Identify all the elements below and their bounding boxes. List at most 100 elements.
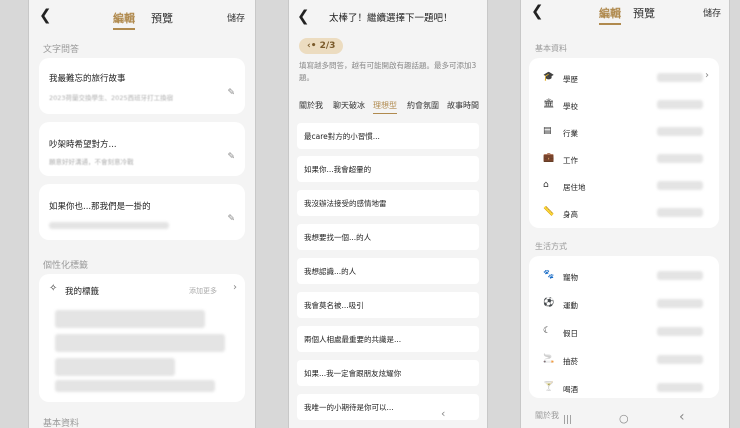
briefcase-icon: 💼 (543, 153, 555, 163)
progress-count: 2/3 (319, 41, 336, 51)
graduation-cap-icon: 🎓 (543, 72, 555, 82)
blurred-tag (55, 358, 175, 376)
info-row[interactable]: 💼 工作 (529, 145, 719, 172)
prompt-option[interactable]: 如果...我一定會跟朋友炫耀你 (297, 360, 479, 386)
drink-icon: 🍸 (543, 382, 555, 392)
blurred-tag (55, 334, 225, 352)
header: ❮ 編輯 預覽 儲存 (521, 0, 729, 25)
blurred-value (657, 127, 703, 136)
sparkle-icon: ✧ (49, 283, 58, 294)
info-row[interactable]: ☾ 假日 (529, 318, 719, 346)
prompt-option[interactable]: 兩個人相處最重要的共識是... (297, 326, 479, 352)
qa-question: 我最難忘的旅行故事 (49, 74, 126, 84)
blurred-value (657, 208, 703, 217)
page-title: 太棒了！繼續選擇下一題吧！ (329, 13, 453, 24)
save-button[interactable]: 儲存 (703, 6, 721, 19)
edit-pencil-icon[interactable]: ✎ (227, 214, 235, 224)
prompt-option[interactable]: 最care對方的小習慣... (297, 123, 479, 149)
info-row[interactable]: 📏 身高 (529, 199, 719, 226)
category-tab-icebreaker[interactable]: 聊天破冰 (333, 100, 365, 111)
back-icon[interactable]: ❮ (39, 7, 52, 23)
info-row[interactable]: 🍸 喝酒 (529, 374, 719, 402)
holiday-icon: ☾ (543, 326, 552, 336)
ruler-icon: 📏 (543, 207, 555, 217)
info-row[interactable]: ▤ 行業 (529, 118, 719, 145)
prompt-option[interactable]: 我沒辦法接受的感情地雷 (297, 190, 479, 216)
prompt-text: 我唯一的小期待是你可以... (304, 403, 394, 412)
home-icon: ⌂ (543, 180, 549, 190)
section-title-personal: 個性化標籤 (43, 261, 89, 271)
tags-title: 我的標籤 (65, 287, 100, 297)
chevron-right-icon[interactable]: › (705, 70, 709, 81)
qa-answer: 願意好好溝通，不會刻意冷戰 (49, 158, 134, 166)
chevron-right-icon[interactable]: › (233, 282, 237, 293)
tab-preview[interactable]: 預覽 (633, 5, 655, 21)
tab-edit[interactable]: 編輯 (113, 10, 135, 30)
row-label: 假日 (563, 329, 578, 338)
nav-back-icon[interactable]: ‹ (441, 407, 445, 420)
hint-text: 填寫越多問答，越有可能開啟有趣話題。最多可添加3題。 (299, 61, 477, 82)
category-tab-ideal-type[interactable]: 理想型 (373, 100, 397, 114)
qa-card-argument[interactable]: 吵架時希望對方... 願意好好溝通，不會刻意冷戰 ✎ (39, 122, 245, 176)
tags-card[interactable]: ✧ 我的標籤 添加更多 › (39, 274, 245, 402)
tab-edit[interactable]: 編輯 (599, 5, 621, 25)
save-button[interactable]: 儲存 (227, 11, 245, 24)
info-row[interactable]: ⌂ 居住地 (529, 172, 719, 199)
prompt-text: 我想要找一個...的人 (304, 233, 372, 242)
prompt-text: 如果你...我會超暈的 (304, 165, 372, 174)
edit-profile-screen: ❮ 編輯 預覽 儲存 文字問答 我最難忘的旅行故事 2023荷蘭交換學生、202… (28, 0, 256, 428)
section-title-about: 關於我 (535, 411, 559, 420)
prompt-text: 如果...我一定會跟朋友炫耀你 (304, 369, 402, 378)
blurred-value (657, 271, 703, 280)
basic-info-screen: ❮ 編輯 預覽 儲存 基本資料 🎓 學歷 › 🏛 學校 ▤ 行業 💼 工作 ⌂ 居住地 📏 身高 生活方… (520, 0, 730, 428)
back-icon[interactable]: ❮ (531, 3, 544, 19)
info-row[interactable]: 🏛 學校 (529, 91, 719, 118)
row-label: 居住地 (563, 183, 586, 192)
prompt-text: 我沒辦法接受的感情地雷 (304, 199, 387, 208)
row-label: 寵物 (563, 273, 578, 282)
lifestyle-card: 🐾 寵物 ⚽ 運動 ☾ 假日 🚬 抽菸 🍸 喝酒 (529, 256, 719, 398)
info-row[interactable]: 🎓 學歷 › (529, 64, 719, 91)
nav-recent-icon[interactable]: ||| (563, 415, 572, 425)
category-tab-about-me[interactable]: 關於我 (299, 100, 323, 111)
prompt-text: 我想認識...的人 (304, 267, 357, 276)
sport-icon: ⚽ (543, 298, 555, 308)
industry-icon: ▤ (543, 126, 552, 136)
tab-preview[interactable]: 預覽 (151, 10, 173, 26)
prompt-option[interactable]: 如果你...我會超暈的 (297, 156, 479, 182)
edit-pencil-icon[interactable]: ✎ (227, 88, 235, 98)
qa-question: 如果你也...那我們是一掛的 (49, 202, 151, 212)
nav-home-icon[interactable]: ○ (619, 412, 629, 425)
qa-card-travel[interactable]: 我最難忘的旅行故事 2023荷蘭交換學生、2025西班牙打工換宿 ✎ (39, 58, 245, 114)
prompt-option[interactable]: 我會莫名被...吸引 (297, 292, 479, 318)
blurred-value (657, 181, 703, 190)
info-row[interactable]: ⚽ 運動 (529, 290, 719, 318)
qa-answer: 2023荷蘭交換學生、2025西班牙打工換宿 (49, 94, 174, 102)
section-title-qa: 文字問答 (43, 45, 80, 55)
category-tab-date-vibe[interactable]: 約會氛圍 (407, 100, 439, 111)
section-title-basic: 基本資料 (43, 419, 80, 428)
edit-pencil-icon[interactable]: ✎ (227, 152, 235, 162)
row-label: 學校 (563, 102, 578, 111)
info-row[interactable]: 🐾 寵物 (529, 262, 719, 290)
prompt-option[interactable]: 我唯一的小期待是你可以... (297, 394, 479, 420)
row-label: 運動 (563, 301, 578, 310)
add-more-link[interactable]: 添加更多 (189, 286, 217, 296)
back-icon[interactable]: ❮ (297, 8, 310, 24)
prompt-text: 我會莫名被...吸引 (304, 301, 364, 310)
qa-card-same-vibe[interactable]: 如果你也...那我們是一掛的 ✎ (39, 184, 245, 240)
info-row[interactable]: 🚬 抽菸 (529, 346, 719, 374)
blurred-answer (49, 222, 169, 229)
nav-back-icon[interactable]: ‹ (679, 409, 685, 425)
progress-badge: ‹• 2/3 (299, 38, 344, 54)
row-label: 身高 (563, 210, 578, 219)
prompt-option[interactable]: 我想要找一個...的人 (297, 224, 479, 250)
blurred-tag (55, 380, 215, 392)
category-tab-story-time[interactable]: 故事時間 (447, 100, 479, 111)
row-label: 抽菸 (563, 357, 578, 366)
basic-info-card: 🎓 學歷 › 🏛 學校 ▤ 行業 💼 工作 ⌂ 居住地 📏 身高 (529, 58, 719, 228)
row-label: 行業 (563, 129, 578, 138)
school-icon: 🏛 (543, 99, 555, 109)
prompt-option[interactable]: 我想認識...的人 (297, 258, 479, 284)
row-label: 學歷 (563, 75, 578, 84)
